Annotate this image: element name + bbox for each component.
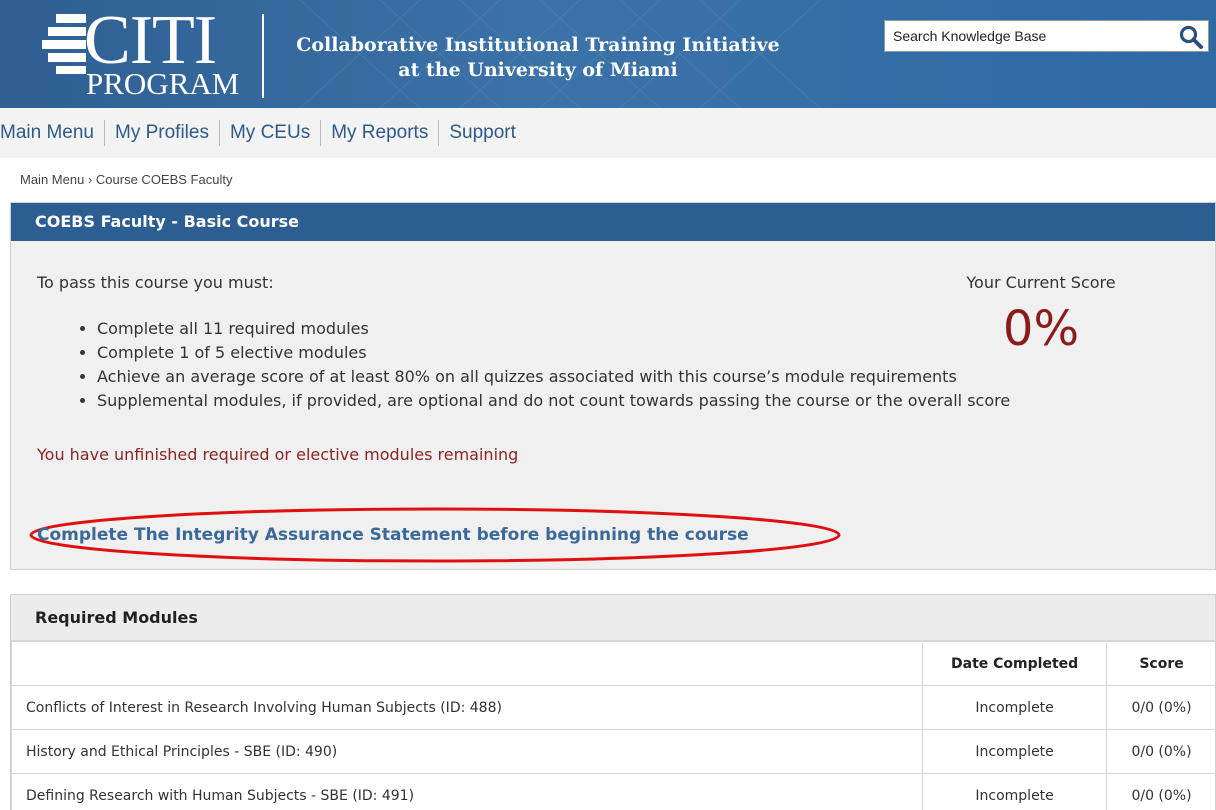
breadcrumb: Main Menu › Course COEBS Faculty xyxy=(20,172,232,187)
module-name[interactable]: History and Ethical Principles - SBE (ID… xyxy=(11,729,924,774)
column-header-score: Score xyxy=(1106,641,1215,686)
requirement-item: Complete all 11 required modules xyxy=(97,317,1010,341)
nav-support[interactable]: Support xyxy=(439,120,526,146)
integrity-assurance-link[interactable]: Complete The Integrity Assurance Stateme… xyxy=(37,525,749,545)
score-label: Your Current Score xyxy=(966,273,1116,292)
main-navigation: Main Menu My Profiles My CEUs My Reports… xyxy=(0,108,1216,158)
site-header: CITI PROGRAM Collaborative Institutional… xyxy=(0,0,1216,108)
requirement-item: Supplemental modules, if provided, are o… xyxy=(97,389,1010,413)
citi-bars-icon xyxy=(42,14,86,74)
nav-main-menu[interactable]: Main Menu xyxy=(0,120,105,146)
breadcrumb-current: Course COEBS Faculty xyxy=(95,172,233,187)
table-row[interactable]: Defining Research with Human Subjects - … xyxy=(11,773,1215,810)
nav-my-reports[interactable]: My Reports xyxy=(321,120,440,146)
column-header-module xyxy=(11,641,924,686)
magnifier-icon[interactable] xyxy=(1178,24,1204,50)
column-header-date-completed: Date Completed xyxy=(922,641,1108,686)
required-modules-table: Date Completed Score Conflicts of Intere… xyxy=(11,641,1215,810)
logo-divider xyxy=(262,14,264,98)
module-name[interactable]: Defining Research with Human Subjects - … xyxy=(11,773,924,810)
module-date: Incomplete xyxy=(922,685,1108,730)
score-value: 0% xyxy=(1002,301,1080,357)
breadcrumb-separator: › xyxy=(87,172,93,187)
requirements-list: Complete all 11 required modules Complet… xyxy=(97,317,1010,413)
table-row[interactable]: History and Ethical Principles - SBE (ID… xyxy=(11,729,1215,774)
table-header-row: Date Completed Score xyxy=(11,641,1215,686)
requirement-item: Complete 1 of 5 elective modules xyxy=(97,341,1010,365)
logo-subtext: PROGRAM xyxy=(86,66,240,101)
module-name[interactable]: Conflicts of Interest in Research Involv… xyxy=(11,685,924,730)
course-title: COEBS Faculty - Basic Course xyxy=(11,203,1215,241)
citi-logo[interactable]: CITI PROGRAM xyxy=(40,6,255,104)
search-input[interactable] xyxy=(885,21,1170,51)
breadcrumb-main-menu[interactable]: Main Menu xyxy=(20,172,84,187)
module-score: 0/0 (0%) xyxy=(1106,729,1215,774)
required-modules-panel: Required Modules Date Completed Score Co… xyxy=(10,594,1216,810)
table-row[interactable]: Conflicts of Interest in Research Involv… xyxy=(11,685,1215,730)
organization-title-line2: at the University of Miami xyxy=(398,59,678,81)
organization-title: Collaborative Institutional Training Ini… xyxy=(288,33,788,83)
status-message: You have unfinished required or elective… xyxy=(37,445,519,464)
module-score: 0/0 (0%) xyxy=(1106,685,1215,730)
nav-my-profiles[interactable]: My Profiles xyxy=(105,120,220,146)
requirement-item: Achieve an average score of at least 80%… xyxy=(97,365,1010,389)
course-panel: COEBS Faculty - Basic Course To pass thi… xyxy=(10,202,1216,570)
module-date: Incomplete xyxy=(922,729,1108,774)
module-score: 0/0 (0%) xyxy=(1106,773,1215,810)
required-modules-title: Required Modules xyxy=(11,595,1215,641)
nav-my-ceus[interactable]: My CEUs xyxy=(220,120,322,146)
pass-intro: To pass this course you must: xyxy=(37,273,274,292)
organization-title-line1: Collaborative Institutional Training Ini… xyxy=(296,34,780,56)
module-date: Incomplete xyxy=(922,773,1108,810)
search-box xyxy=(884,20,1209,52)
